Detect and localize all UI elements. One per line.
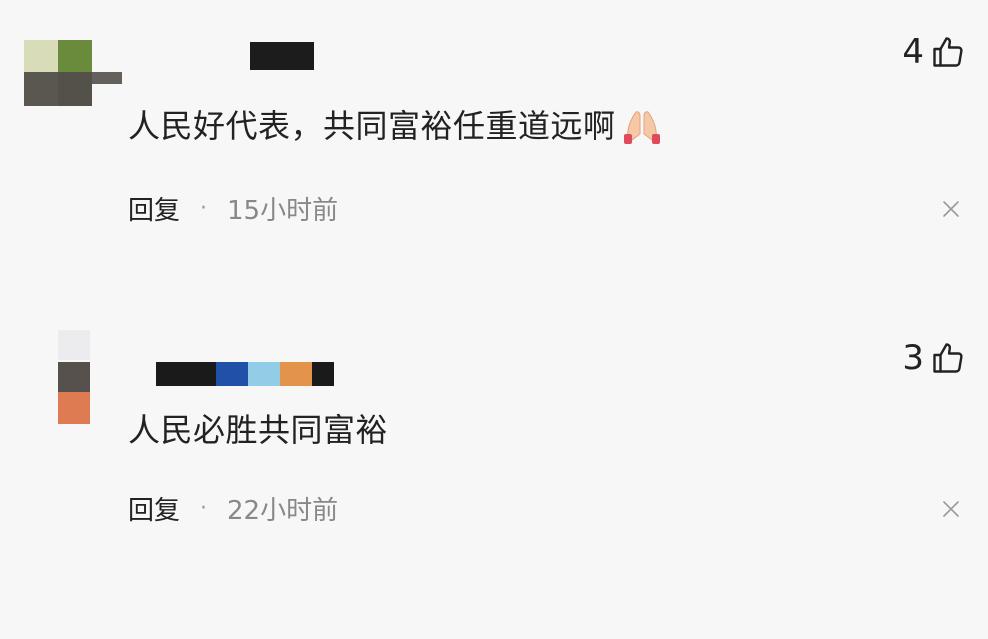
comment-meta: 回复 · 22小时前 [128,490,338,527]
like-button[interactable]: 4 [902,34,966,70]
folded-hands-icon [623,111,660,144]
avatar[interactable] [24,330,94,426]
like-button[interactable]: 3 [902,340,966,376]
timestamp: 15小时前 [227,196,339,226]
close-icon[interactable] [940,498,962,520]
timestamp: 22小时前 [227,496,339,526]
comment-item: 3 人民必胜共同富裕 回复 · 22小时前 [0,300,988,639]
comment-meta: 回复 · 15小时前 [128,190,338,227]
comment-item: 4 人民好代表，共同富裕任重道远啊 回复 · 15小时前 [0,0,988,300]
separator-dot: · [200,496,208,521]
reply-button[interactable]: 回复 [128,490,180,527]
username-redacted[interactable] [250,42,314,70]
reply-button[interactable]: 回复 [128,190,180,227]
thumbs-up-icon [933,37,963,67]
username-redacted[interactable] [156,362,334,386]
separator-dot: · [200,196,208,221]
like-count: 4 [902,32,924,72]
like-count: 3 [902,338,924,378]
close-icon[interactable] [940,198,962,220]
comment-text: 人民好代表，共同富裕任重道远啊 [128,106,666,146]
avatar[interactable] [24,40,124,108]
thumbs-up-icon [933,343,963,373]
comment-text: 人民必胜共同富裕 [128,411,389,449]
